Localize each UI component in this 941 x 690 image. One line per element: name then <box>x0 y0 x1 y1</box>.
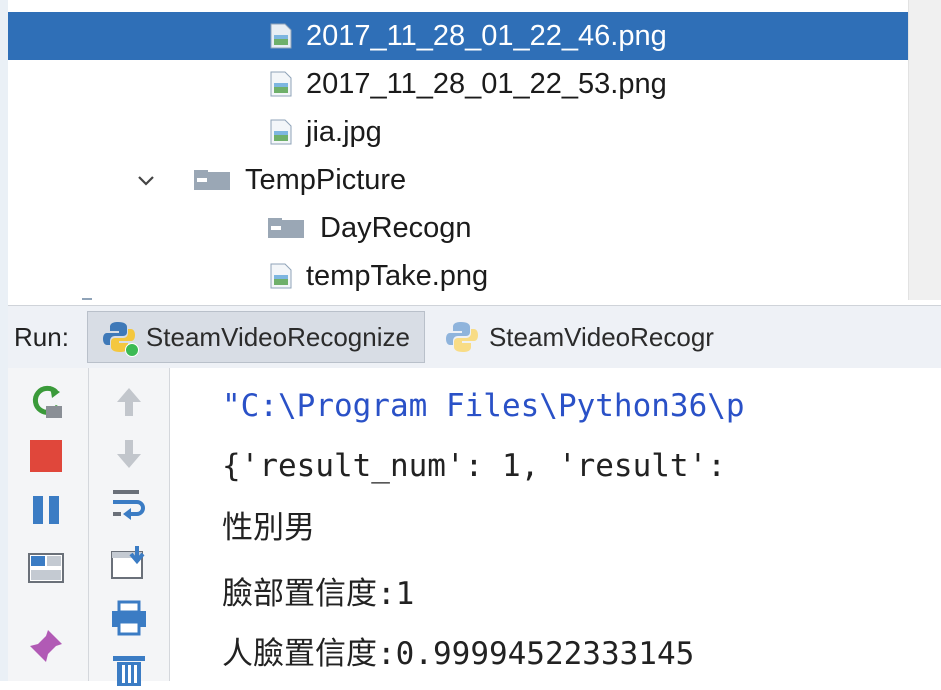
run-tab[interactable]: SteamVideoRecogr <box>431 312 728 362</box>
tree-item-label: tempTake.png <box>306 259 489 292</box>
console-line: 性別男 <box>222 510 315 546</box>
tree-item-file-1[interactable]: 2017_11_28_01_22_46.png <box>8 12 908 60</box>
tree-item-file-temptake[interactable]: tempTake.png <box>8 252 908 300</box>
stop-icon[interactable] <box>26 436 66 476</box>
tree-item-file-3[interactable]: jia.jpg <box>8 108 908 156</box>
tree-item-label: jia.jpg <box>306 115 382 148</box>
console-line: {'result_num': 1, 'result': <box>222 448 726 484</box>
tree-item-folder-temppicture[interactable]: TempPicture <box>8 156 908 204</box>
python-icon <box>445 320 479 354</box>
console-line: 臉部置信度:1 <box>222 576 415 612</box>
tree-item-folder-dayrecogn[interactable]: DayRecogn <box>8 204 908 252</box>
run-label: Run: <box>14 321 69 352</box>
window-margin <box>0 0 8 681</box>
console-line: 人臉置信度:0.99994522333145 <box>222 636 695 672</box>
run-tab-bar: Run: SteamVideoRecognize SteamVideoRecog… <box>8 305 941 369</box>
running-indicator <box>124 343 139 357</box>
python-icon <box>102 320 139 357</box>
run-tab-active[interactable]: SteamVideoRecognize <box>86 311 425 363</box>
folder-icon <box>194 170 230 190</box>
image-file-icon <box>270 119 292 145</box>
pin-icon[interactable] <box>26 626 66 666</box>
trash-icon[interactable] <box>109 650 149 690</box>
project-tree: 2017_11_28_01_22_46.png 2017_11_28_01_22… <box>8 0 908 300</box>
console-line-command: "C:\Program Files\Python36\p <box>222 388 745 424</box>
run-toolbar-secondary <box>89 368 170 686</box>
tree-item-label: TempPicture <box>245 163 407 196</box>
tree-scrollbar[interactable] <box>908 0 941 300</box>
rerun-icon[interactable] <box>26 382 66 422</box>
soft-wrap-icon[interactable] <box>109 484 149 524</box>
down-arrow-icon[interactable] <box>109 434 149 474</box>
folder-icon <box>268 218 304 238</box>
image-file-icon <box>270 23 292 49</box>
run-tab-label: SteamVideoRecognize <box>145 321 410 352</box>
truncated-tree-row <box>82 298 92 300</box>
image-file-icon <box>270 71 292 97</box>
tree-item-label: 2017_11_28_01_22_46.png <box>306 19 667 52</box>
tree-item-file-2[interactable]: 2017_11_28_01_22_53.png <box>8 60 908 108</box>
image-file-icon <box>270 263 292 289</box>
console-output[interactable]: "C:\Program Files\Python36\p {'result_nu… <box>170 368 941 681</box>
pause-icon[interactable] <box>26 490 66 530</box>
restore-layout-icon[interactable] <box>26 548 66 588</box>
chevron-down-icon[interactable] <box>135 169 157 191</box>
run-toolbar-primary <box>8 368 89 681</box>
print-icon[interactable] <box>109 598 149 638</box>
up-arrow-icon[interactable] <box>109 382 149 422</box>
tree-item-label: DayRecogn <box>320 211 472 244</box>
tree-item-label: 2017_11_28_01_22_53.png <box>306 67 667 100</box>
scroll-to-end-icon[interactable] <box>109 544 149 584</box>
run-tab-label: SteamVideoRecogr <box>488 321 714 352</box>
